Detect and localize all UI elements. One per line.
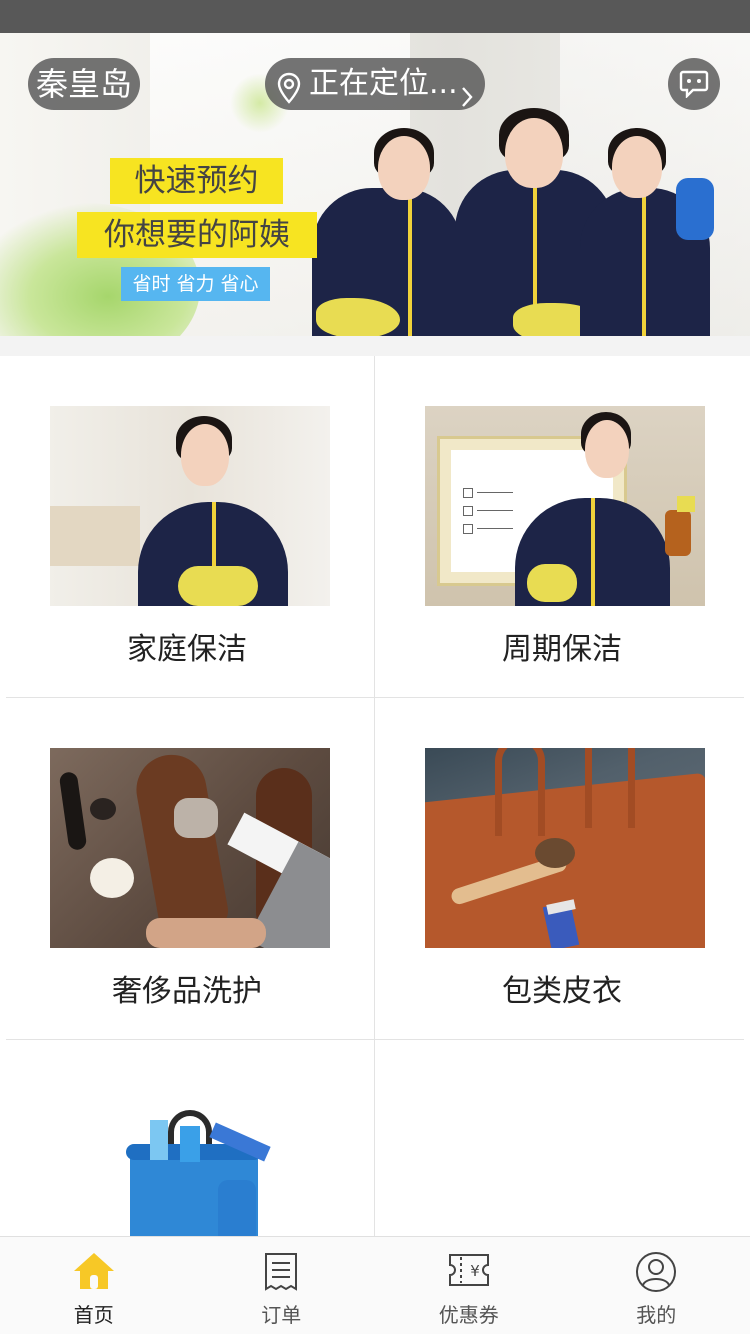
banner-worker xyxy=(580,98,720,336)
message-button[interactable] xyxy=(668,58,720,110)
tab-label: 首页 xyxy=(73,1303,114,1327)
banner-slogan-secondary: 你想要的阿姨 xyxy=(77,212,317,258)
blue-cloth xyxy=(676,178,714,240)
service-cleaning-supplies[interactable] xyxy=(0,1040,374,1236)
service-periodic-cleaning[interactable]: 周期保洁 xyxy=(375,356,749,698)
profile-icon xyxy=(635,1251,677,1297)
tab-orders[interactable]: 订单 xyxy=(188,1237,376,1334)
home-icon xyxy=(72,1251,116,1295)
service-label: 奢侈品洗护 xyxy=(112,974,262,1009)
service-label: 包类皮衣 xyxy=(502,974,622,1009)
periodic-cleaning-image xyxy=(425,406,705,606)
tab-coupons[interactable]: ¥ 优惠券 xyxy=(375,1237,563,1334)
home-cleaning-image xyxy=(50,406,330,606)
chevron-right-icon xyxy=(461,73,473,125)
banner-worker xyxy=(312,98,462,336)
tab-home[interactable]: 首页 xyxy=(0,1237,188,1334)
service-bags-leather[interactable]: 包类皮衣 xyxy=(375,698,749,1040)
bottom-tab-bar: 首页 订单 ¥ 优惠券 我的 xyxy=(0,1236,750,1334)
location-status-text: 正在定位... xyxy=(309,66,458,101)
bags-leather-image xyxy=(425,748,705,948)
tab-profile[interactable]: 我的 xyxy=(563,1237,750,1334)
city-selector[interactable]: 秦皇岛 xyxy=(28,58,141,110)
service-home-cleaning[interactable]: 家庭保洁 xyxy=(0,356,374,698)
banner-slogan-tagline: 省时 省力 省心 xyxy=(121,267,270,301)
luxury-care-image xyxy=(50,748,330,948)
receipt-icon xyxy=(263,1251,299,1297)
tab-label: 我的 xyxy=(636,1303,677,1327)
service-grid: 家庭保洁 周期保洁 奢侈品洗护 包类皮衣 xyxy=(0,356,750,1236)
coupon-icon: ¥ xyxy=(447,1251,491,1293)
chat-bubble-icon xyxy=(679,70,709,98)
svg-text:¥: ¥ xyxy=(470,1262,480,1280)
section-divider xyxy=(0,336,750,356)
tab-label: 优惠券 xyxy=(438,1303,499,1327)
banner-slogan-primary: 快速预约 xyxy=(110,158,283,204)
status-bar xyxy=(0,0,750,33)
location-pin-icon xyxy=(277,69,301,121)
location-status-button[interactable]: 正在定位... xyxy=(265,58,485,110)
service-label: 周期保洁 xyxy=(502,632,622,667)
tab-label: 订单 xyxy=(261,1303,302,1327)
service-label: 家庭保洁 xyxy=(127,632,247,667)
cleaning-supplies-image xyxy=(50,1090,330,1236)
service-luxury-care[interactable]: 奢侈品洗护 xyxy=(0,698,374,1040)
